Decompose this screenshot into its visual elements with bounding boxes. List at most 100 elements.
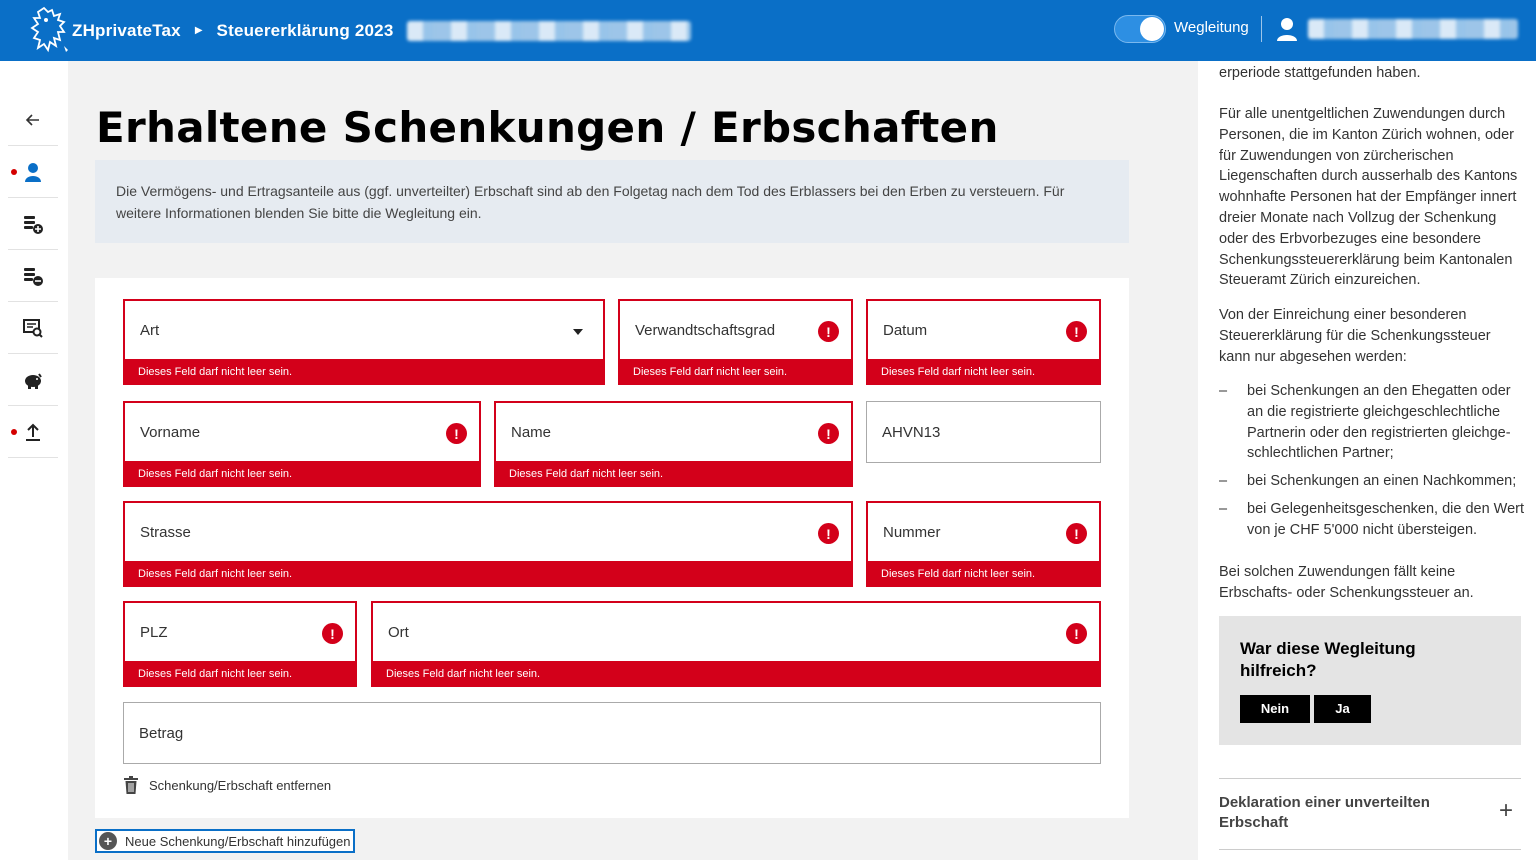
- list-item: bei Schenkungen an einen Nachkommen;: [1219, 471, 1525, 492]
- add-entry-button[interactable]: + Neue Schenkung/Erbschaft hinzufügen: [95, 829, 355, 853]
- strasse-label: Strasse: [140, 523, 191, 541]
- left-sidebar: [0, 61, 68, 860]
- name-field[interactable]: Name! Dieses Feld darf nicht leer sein.: [494, 401, 853, 487]
- strasse-field[interactable]: Strasse! Dieses Feld darf nicht leer sei…: [123, 501, 853, 587]
- guide-paragraph: Von der Einreichung einer besonderen Ste…: [1219, 307, 1491, 365]
- breadcrumb-tax-return[interactable]: Steuererklärung 2023: [217, 21, 394, 41]
- sidebar-item-back[interactable]: [8, 94, 58, 146]
- zurich-lion-logo-icon[interactable]: [30, 6, 70, 54]
- nummer-input[interactable]: Nummer!: [866, 501, 1101, 563]
- breadcrumb: ZHprivateTax ▶ Steuererklärung 2023: [72, 0, 692, 61]
- document-search-icon: [23, 318, 43, 338]
- guide-paragraph: erperiode stattgefunden haben.: [1219, 65, 1421, 81]
- datum-input[interactable]: Datum!: [866, 299, 1101, 361]
- guidance-toggle[interactable]: [1114, 15, 1166, 43]
- page-title: Erhaltene Schenkungen / Erbschaften: [96, 103, 999, 152]
- coins-plus-icon: [24, 215, 43, 234]
- gift-inheritance-form: Art Dieses Feld darf nicht leer sein. Ve…: [95, 278, 1129, 818]
- verwandtschaftsgrad-field[interactable]: Verwandtschaftsgrad! Dieses Feld darf ni…: [618, 299, 853, 385]
- error-message: Dieses Feld darf nicht leer sein.: [123, 359, 605, 385]
- feedback-buttons: Nein Ja: [1240, 695, 1371, 723]
- error-message: Dieses Feld darf nicht leer sein.: [123, 561, 853, 587]
- betrag-label: Betrag: [139, 724, 184, 742]
- sidebar-item-personal[interactable]: [8, 146, 58, 198]
- error-message: Dieses Feld darf nicht leer sein.: [866, 561, 1101, 587]
- datum-field[interactable]: Datum! Dieses Feld darf nicht leer sein.: [866, 299, 1101, 385]
- plus-circle-icon: +: [99, 832, 117, 850]
- error-message: Dieses Feld darf nicht leer sein.: [618, 359, 853, 385]
- ort-input[interactable]: Ort!: [371, 601, 1101, 663]
- error-message: Dieses Feld darf nicht leer sein.: [123, 461, 481, 487]
- feedback-yes-button[interactable]: Ja: [1314, 695, 1371, 723]
- remove-entry-label: Schenkung/Erbschaft entfernen: [149, 777, 332, 793]
- status-dot: [11, 429, 17, 435]
- guidance-toggle-label: Wegleitung: [1174, 19, 1249, 36]
- art-label: Art: [140, 321, 160, 339]
- error-icon: !: [1066, 623, 1087, 644]
- ahvn13-input[interactable]: AHVN13: [866, 401, 1101, 463]
- sidebar-item-documents[interactable]: [8, 302, 58, 354]
- guide-paragraph: Bei solchen Zuwendungen fällt keine Erbs…: [1219, 564, 1474, 601]
- art-select[interactable]: Art Dieses Feld darf nicht leer sein.: [123, 299, 605, 385]
- person-icon: [25, 162, 41, 182]
- redacted-taxpayer-info: [407, 20, 692, 41]
- info-box: Die Vermögens- und Ertragsanteile aus (g…: [95, 160, 1129, 243]
- sidebar-item-assets[interactable]: [8, 354, 58, 406]
- remove-entry-button[interactable]: Schenkung/Erbschaft entfernen: [123, 776, 331, 794]
- arrow-left-icon: [25, 113, 39, 126]
- ahvn13-field[interactable]: AHVN13: [866, 401, 1101, 463]
- user-icon[interactable]: [1276, 16, 1298, 42]
- trash-icon: [124, 776, 138, 794]
- error-icon: !: [446, 423, 467, 444]
- nummer-field[interactable]: Nummer! Dieses Feld darf nicht leer sein…: [866, 501, 1101, 587]
- feedback-no-button[interactable]: Nein: [1240, 695, 1310, 723]
- error-message: Dieses Feld darf nicht leer sein.: [371, 661, 1101, 687]
- sidebar-item-income[interactable]: [8, 198, 58, 250]
- plz-label: PLZ: [140, 623, 168, 641]
- betrag-field[interactable]: Betrag: [123, 702, 1101, 764]
- verwandtschaftsgrad-label: Verwandtschaftsgrad: [635, 321, 776, 339]
- verwandtschaftsgrad-input[interactable]: Verwandtschaftsgrad!: [618, 299, 853, 361]
- art-select-box[interactable]: Art: [123, 299, 605, 361]
- accordion-unverteilte-erbschaft[interactable]: Deklaration einer unverteilten Erbschaft…: [1219, 778, 1521, 850]
- app-header: ZHprivateTax ▶ Steuererklärung 2023 Wegl…: [0, 0, 1536, 61]
- name-input[interactable]: Name!: [494, 401, 853, 463]
- betrag-input[interactable]: Betrag: [123, 702, 1101, 764]
- list-item: bei Gelegenheitsgeschenken, die den Wert…: [1219, 499, 1525, 541]
- sidebar-item-submit[interactable]: [8, 406, 58, 458]
- strasse-input[interactable]: Strasse!: [123, 501, 853, 563]
- piggy-bank-icon: [25, 372, 42, 389]
- nummer-label: Nummer: [883, 523, 941, 541]
- brand-link[interactable]: ZHprivateTax: [72, 21, 181, 41]
- sidebar-item-deductions[interactable]: [8, 250, 58, 302]
- ort-label: Ort: [388, 623, 409, 641]
- header-divider: [1261, 16, 1262, 42]
- name-label: Name: [511, 423, 552, 441]
- chevron-right-icon: ▶: [194, 25, 203, 36]
- plz-input[interactable]: PLZ!: [123, 601, 357, 663]
- feedback-title: War diese Wegleitung hilfreich?: [1240, 639, 1416, 680]
- vorname-field[interactable]: Vorname! Dieses Feld darf nicht leer sei…: [123, 401, 481, 487]
- error-message: Dieses Feld darf nicht leer sein.: [494, 461, 853, 487]
- toggle-knob: [1140, 17, 1164, 41]
- error-icon: !: [818, 423, 839, 444]
- vorname-label: Vorname: [140, 423, 201, 441]
- add-entry-label: Neue Schenkung/Erbschaft hinzufügen: [125, 833, 351, 849]
- plz-field[interactable]: PLZ! Dieses Feld darf nicht leer sein.: [123, 601, 357, 687]
- feedback-box: War diese Wegleitung hilfreich? Nein Ja: [1219, 616, 1521, 745]
- guide-paragraph: Für alle unentgeltlichen Zuwendungen dur…: [1219, 106, 1518, 289]
- ahvn13-label: AHVN13: [882, 423, 941, 441]
- guidance-panel: erperiode stattgefunden haben. Für alle …: [1198, 61, 1536, 860]
- main-content: Erhaltene Schenkungen / Erbschaften Die …: [68, 61, 1198, 860]
- vorname-input[interactable]: Vorname!: [123, 401, 481, 463]
- plus-icon: +: [1498, 797, 1513, 824]
- upload-icon: [26, 423, 40, 441]
- ort-field[interactable]: Ort! Dieses Feld darf nicht leer sein.: [371, 601, 1101, 687]
- coins-minus-icon: [24, 267, 43, 286]
- error-icon: !: [818, 321, 839, 342]
- redacted-user-name[interactable]: [1308, 19, 1518, 39]
- guide-list: bei Schenkungen an den Ehegatten oder an…: [1219, 381, 1525, 548]
- error-icon: !: [1066, 523, 1087, 544]
- accordion-title: Deklaration einer unverteilten Erbschaft: [1219, 794, 1430, 831]
- list-item: bei Schenkungen an den Ehegatten oder an…: [1219, 381, 1525, 464]
